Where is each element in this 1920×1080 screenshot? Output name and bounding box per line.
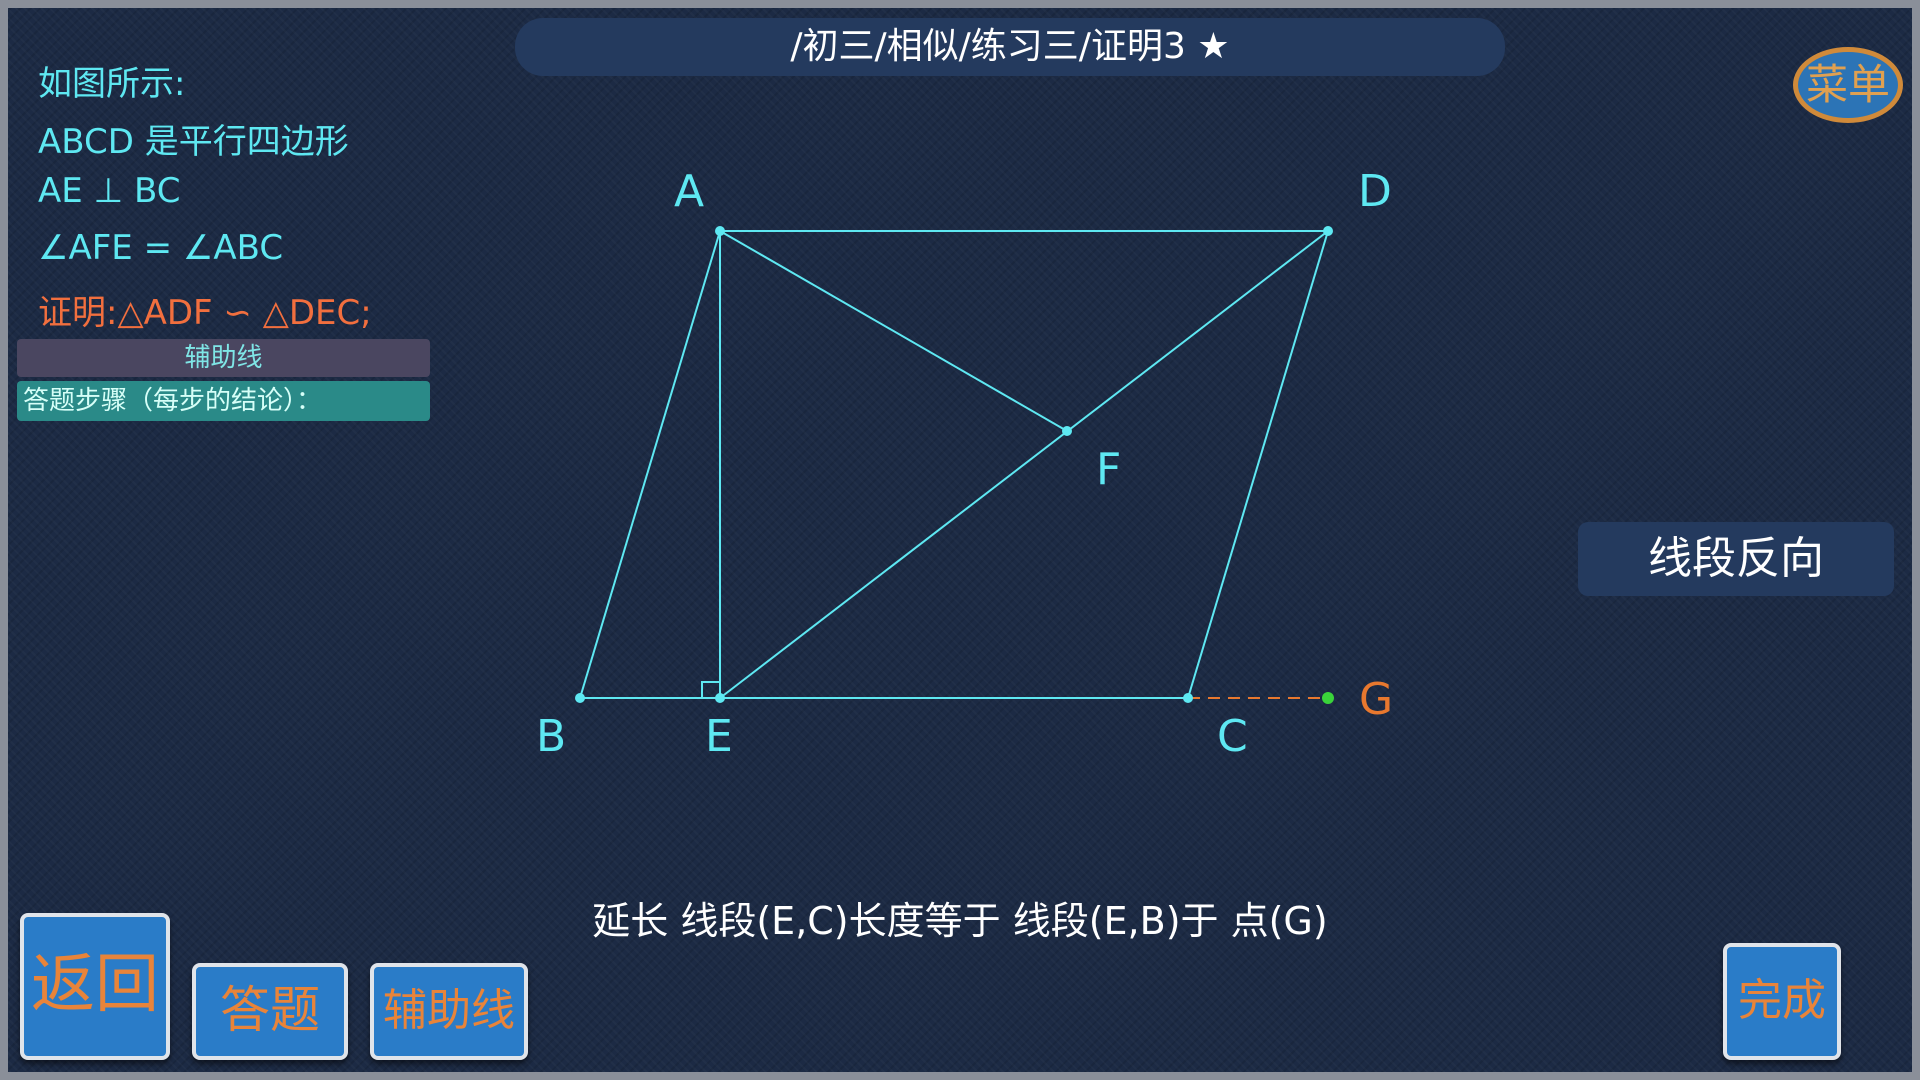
point-e[interactable]	[715, 693, 725, 703]
label-e: E	[705, 711, 733, 762]
point-g[interactable]	[1322, 692, 1334, 704]
label-f: F	[1096, 444, 1121, 495]
point-a[interactable]	[715, 226, 725, 236]
point-d[interactable]	[1323, 226, 1333, 236]
label-b: B	[536, 711, 566, 762]
done-button[interactable]: 完成	[1723, 943, 1841, 1060]
point-b[interactable]	[575, 693, 585, 703]
segment-dc[interactable]	[1187, 230, 1329, 699]
segment-ab[interactable]	[579, 230, 721, 699]
label-a: A	[674, 166, 704, 217]
label-d: D	[1358, 166, 1392, 217]
instruction-text: 延长 线段(E,C)长度等于 线段(E,B)于 点(G)	[592, 899, 1328, 943]
label-g: G	[1359, 674, 1393, 725]
reverse-segment-button[interactable]: 线段反向	[1578, 522, 1894, 596]
segment-af[interactable]	[719, 230, 1068, 432]
point-c[interactable]	[1183, 693, 1193, 703]
segment-de[interactable]	[719, 230, 1329, 699]
answer-button[interactable]: 答题	[192, 963, 348, 1060]
point-f[interactable]	[1062, 426, 1072, 436]
label-c: C	[1217, 711, 1248, 762]
back-button[interactable]: 返回	[20, 913, 170, 1060]
aux-line-button[interactable]: 辅助线	[370, 963, 528, 1060]
